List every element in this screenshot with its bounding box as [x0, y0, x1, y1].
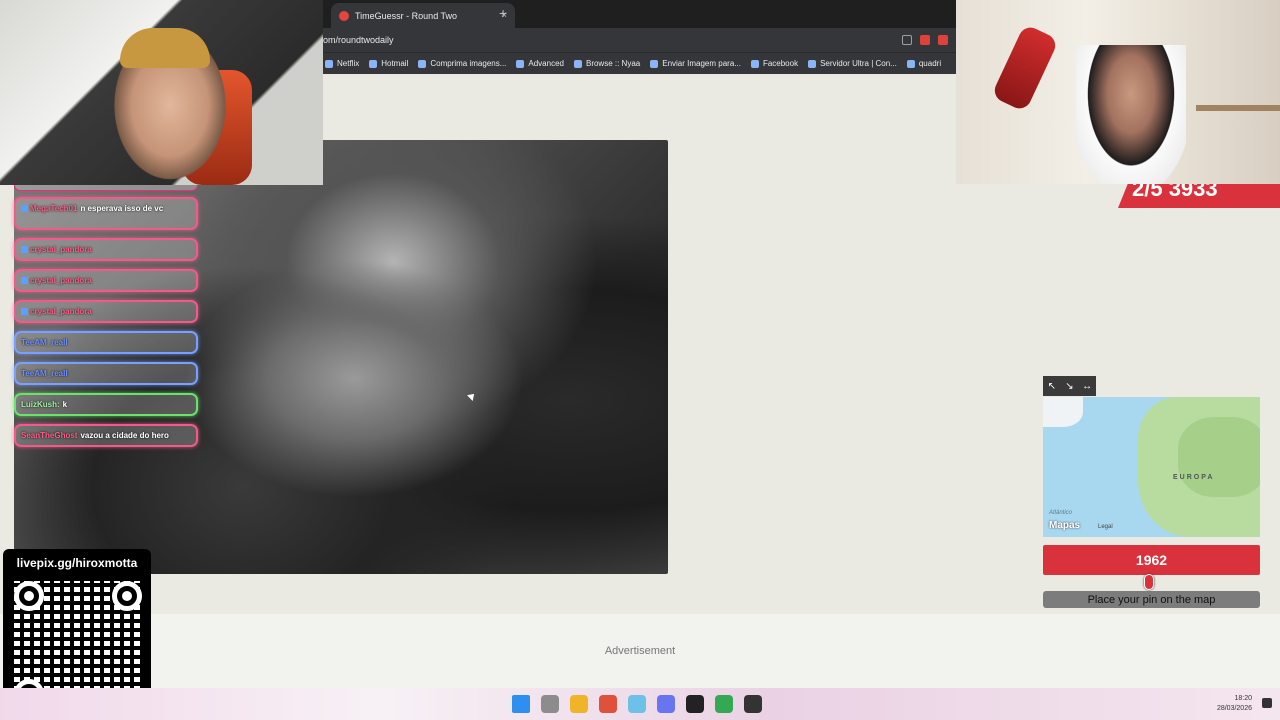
guest-person: [1076, 45, 1186, 184]
terminal-icon[interactable]: [686, 695, 704, 713]
address-bar[interactable]: om/roundtwodaily: [323, 28, 956, 52]
chat-message: crystal_pandora: [14, 269, 198, 292]
bookmark-icon: [808, 59, 817, 68]
map-greenland: [1043, 397, 1083, 427]
chat-username: crystal_pandora: [30, 276, 92, 285]
bookmark-icon: [750, 59, 759, 68]
chrome-icon[interactable]: [715, 695, 733, 713]
chat-username: TeeAM_reall: [21, 338, 68, 347]
webcam-streamer: [0, 0, 323, 185]
chat-message-cut: [14, 185, 198, 191]
file-explorer-icon[interactable]: [570, 695, 588, 713]
chat-message: SeanTheGhost vazou a cidade do hero: [14, 424, 198, 447]
brave-shield-icon[interactable]: [920, 35, 930, 45]
map-ocean-label: Atlântico: [1049, 510, 1073, 516]
clock-time: 18:20: [1234, 695, 1252, 702]
bookmark-advanced[interactable]: Advanced: [516, 59, 564, 68]
bookmark-icon: [650, 59, 659, 68]
year-slider-thumb[interactable]: [1144, 574, 1155, 590]
webcam-guest: [956, 0, 1280, 184]
advertisement-banner: Advertisement: [0, 614, 1280, 688]
tab-title: TimeGuessr - Round Two: [355, 10, 458, 21]
chat-message: TeeAM_reall: [14, 331, 198, 354]
map-eastern-europe-land: [1178, 417, 1260, 497]
map-region-label: EUROPA: [1173, 474, 1215, 481]
sub-badge-icon: [21, 205, 28, 212]
bookmark-servidor-ultra[interactable]: Servidor Ultra | Con...: [808, 59, 897, 68]
search-icon[interactable]: [541, 695, 559, 713]
bookmark-facebook[interactable]: Facebook: [750, 59, 798, 68]
livepix-url: livepix.gg/hiroxmotta: [16, 556, 138, 570]
bookmark-icon: [906, 59, 915, 68]
notification-icon[interactable]: [1262, 698, 1272, 708]
bookmark-quadri[interactable]: quadri: [906, 59, 941, 68]
chat-message: LuizKush: k: [14, 393, 198, 416]
shelf: [1196, 105, 1280, 111]
timeguessr-favicon-icon: [339, 10, 349, 21]
chat-username: SeanTheGhost: [21, 431, 78, 440]
chat-username: LuizKush:: [21, 400, 60, 409]
streamer-cap: [120, 28, 210, 68]
guess-map[interactable]: EUROPA Atlântico Mapas Legal: [1043, 397, 1260, 537]
url-text: om/roundtwodaily: [323, 35, 394, 45]
new-tab-button[interactable]: +: [499, 5, 507, 21]
discord-icon[interactable]: [657, 695, 675, 713]
map-expand-icon[interactable]: ↖: [1045, 381, 1058, 392]
taskbar-apps: [512, 695, 762, 713]
sub-badge-icon: [21, 308, 28, 315]
chat-message: MegaTech01 n esperava isso de vc: [14, 197, 198, 230]
qr-finder-icon: [112, 581, 142, 611]
chat-overlay: MegaTech01 n esperava isso de vc crystal_…: [14, 185, 198, 455]
obs-icon[interactable]: [744, 695, 762, 713]
tab-timeguessr[interactable]: TimeGuessr - Round Two ×: [331, 3, 515, 28]
bookmark-nyaa[interactable]: Browse :: Nyaa: [573, 59, 640, 68]
year-display: 1962: [1043, 545, 1260, 575]
place-pin-button[interactable]: Place your pin on the map: [1043, 591, 1260, 608]
bookmark-icon: [516, 59, 525, 68]
windows-taskbar: 18:20 28/03/2026: [0, 688, 1280, 720]
bookmark-netflix[interactable]: Netflix: [325, 59, 359, 68]
brave-browser-icon[interactable]: [599, 695, 617, 713]
chat-username: TeeAM_reall: [21, 369, 68, 378]
chat-text: k: [62, 400, 68, 409]
map-legal-link[interactable]: Legal: [1098, 524, 1113, 530]
bookmark-hotmail[interactable]: Hotmail: [369, 59, 408, 68]
bookmarks-bar: Netflix Hotmail Comprima imagens... Adva…: [323, 52, 956, 74]
sub-badge-icon: [21, 277, 28, 284]
clock-date: 28/03/2026: [1216, 705, 1252, 712]
chat-username: crystal_pandora: [30, 307, 92, 316]
chat-message: TeeAM_reall: [14, 362, 198, 385]
chat-text: vazou a cidade do hero: [80, 431, 169, 440]
system-clock[interactable]: 18:20 28/03/2026: [1217, 694, 1252, 714]
round-score-banner: 2/5 3933: [1118, 184, 1280, 208]
chat-username: MegaTech01: [30, 204, 78, 213]
bookmark-icon: [369, 59, 378, 68]
start-icon[interactable]: [512, 695, 530, 713]
chat-message: crystal_pandora: [14, 238, 198, 261]
browser-tabbar: TimeGuessr - Round Two × +: [323, 0, 956, 28]
store-icon[interactable]: [628, 695, 646, 713]
apple-maps-logo: Mapas: [1049, 520, 1081, 531]
sub-badge-icon: [21, 246, 28, 253]
advertisement-label: Advertisement: [604, 645, 676, 657]
chat-username: crystal_pandora: [30, 245, 92, 254]
map-resize-icon[interactable]: ↔: [1081, 381, 1094, 392]
bookmark-comprima[interactable]: Comprima imagens...: [418, 59, 506, 68]
chat-text: n esperava isso de vc: [80, 204, 164, 213]
share-icon[interactable]: [902, 35, 912, 45]
bookmark-icon: [325, 59, 333, 68]
bookmark-icon: [418, 59, 427, 68]
year-slider[interactable]: [1043, 574, 1260, 590]
map-shrink-icon[interactable]: ↘: [1063, 381, 1076, 392]
mouse-cursor-icon: [467, 391, 477, 401]
map-controls: ↖ ↘ ↔: [1043, 376, 1096, 396]
bookmark-icon: [573, 59, 582, 68]
microphone: [990, 23, 1060, 113]
bookmark-enviar-imagem[interactable]: Enviar Imagem para...: [650, 59, 741, 68]
qr-finder-icon: [14, 581, 44, 611]
brave-rewards-icon[interactable]: [938, 35, 948, 45]
chat-message: crystal_pandora: [14, 300, 198, 323]
